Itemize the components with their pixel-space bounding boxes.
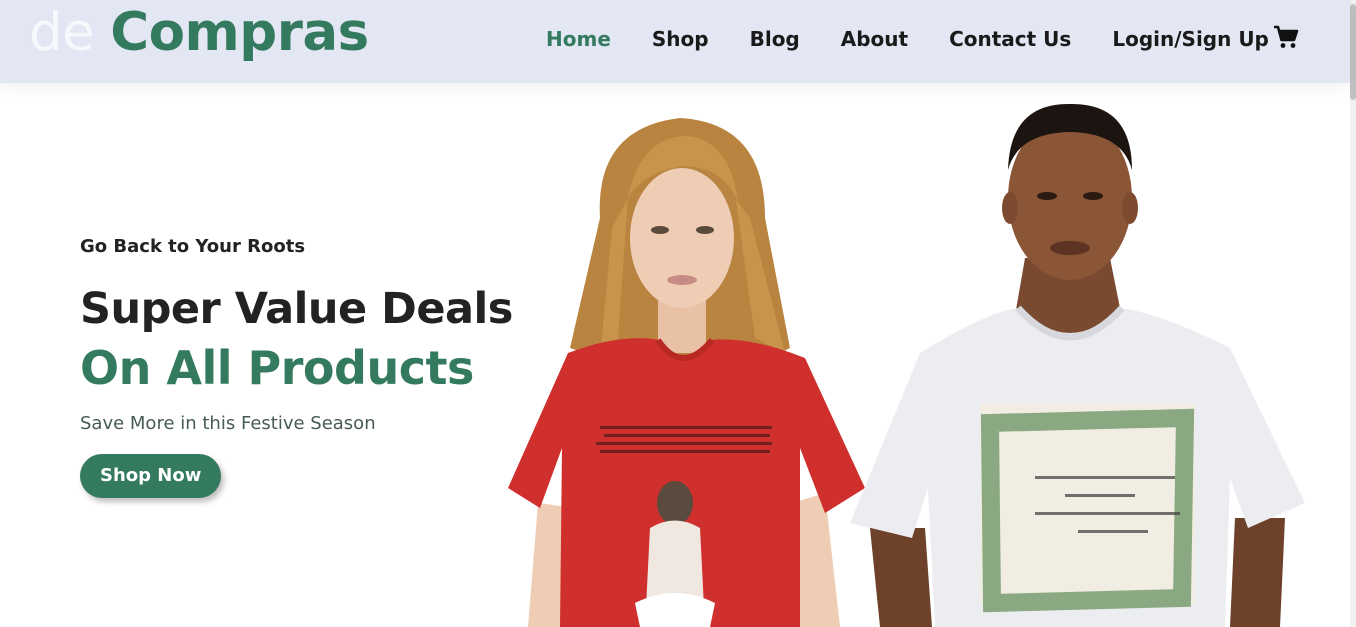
nav-home[interactable]: Home [546,27,611,51]
site-header: de Compras Home Shop Blog About Contact … [0,0,1350,83]
nav-contact-us[interactable]: Contact Us [949,27,1071,51]
site-logo[interactable]: de Compras [29,2,369,72]
hero-headline: Super Value Deals [80,284,513,334]
nav-about[interactable]: About [841,27,908,51]
man-white-tshirt-image [850,103,1305,627]
woman-red-tshirt-image [508,118,865,627]
logo-prefix: de [29,2,95,63]
nav-blog[interactable]: Blog [750,27,800,51]
logo-name: Compras [110,2,369,63]
main-nav: Home Shop Blog About Contact Us Login/Si… [546,25,1310,53]
page-scrollbar[interactable] [1350,0,1356,627]
nav-login-signup[interactable]: Login/Sign Up [1112,27,1269,51]
hero-banner: Go Back to Your Roots Super Value Deals … [0,83,1350,627]
hero-text: Go Back to Your Roots Super Value Deals … [80,236,513,498]
shopping-cart-icon[interactable] [1273,25,1299,49]
scrollbar-thumb[interactable] [1350,4,1356,100]
nav-shop[interactable]: Shop [652,27,709,51]
hero-tagline: Go Back to Your Roots [80,236,306,257]
shop-now-button[interactable]: Shop Now [80,454,222,498]
hero-headline-accent: On All Products [80,341,474,395]
hero-subtext: Save More in this Festive Season [80,413,376,434]
